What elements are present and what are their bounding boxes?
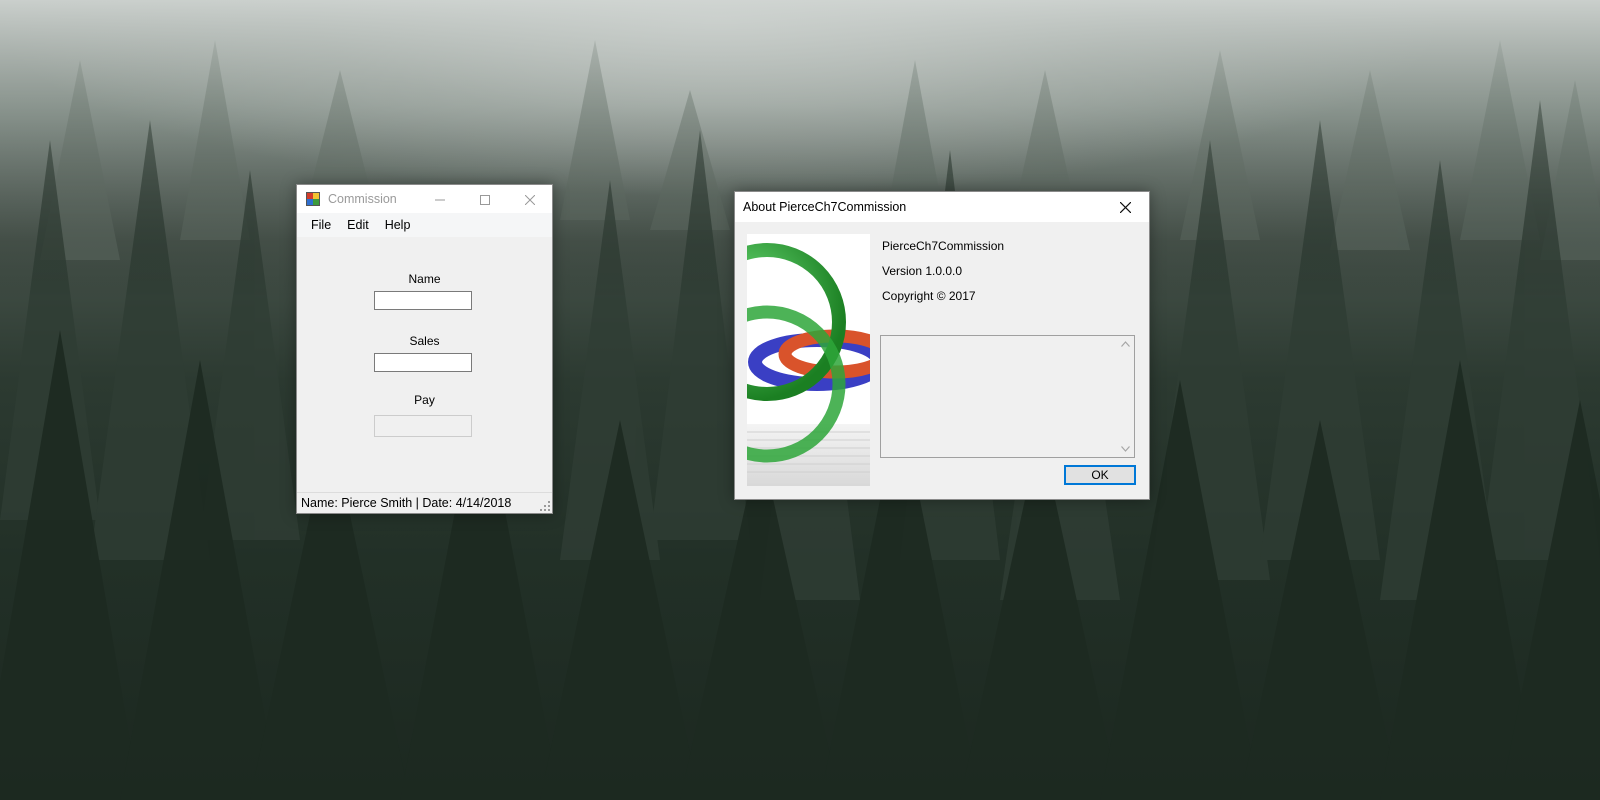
maximize-button[interactable]	[462, 185, 507, 215]
name-label: Name	[408, 272, 441, 286]
commission-titlebar[interactable]: Commission	[297, 185, 552, 213]
sales-label: Sales	[409, 334, 440, 348]
product-logo	[747, 234, 870, 486]
close-button[interactable]	[507, 185, 552, 215]
minimize-button[interactable]	[417, 185, 462, 215]
form-body: Name Sales Pay	[297, 238, 552, 492]
pay-label: Pay	[414, 393, 435, 407]
dialog-close-button[interactable]	[1103, 192, 1148, 222]
window-title: Commission	[328, 192, 397, 206]
status-bar: Name: Pierce Smith | Date: 4/14/2018	[297, 492, 552, 513]
commission-window: Commission File Edit Help Name Sales Pay…	[296, 184, 553, 514]
ok-button[interactable]: OK	[1064, 465, 1136, 485]
dialog-title: About PierceCh7Commission	[743, 200, 907, 214]
minimize-icon	[434, 199, 445, 201]
description-scrollbar[interactable]	[1117, 336, 1134, 457]
about-titlebar[interactable]: About PierceCh7Commission	[735, 192, 1149, 222]
description-textbox[interactable]	[880, 335, 1135, 458]
version-text: Version 1.0.0.0	[882, 264, 963, 278]
app-icon	[306, 192, 320, 206]
close-icon	[1120, 201, 1131, 213]
about-dialog: About PierceCh7Commission PierceCh7Commi…	[734, 191, 1150, 500]
sales-input[interactable]	[374, 353, 472, 372]
copyright-text: Copyright © 2017	[882, 289, 976, 303]
menu-help[interactable]: Help	[377, 213, 419, 237]
product-name: PierceCh7Commission	[882, 239, 1005, 253]
name-input[interactable]	[374, 291, 472, 310]
menu-bar: File Edit Help	[297, 213, 552, 238]
menu-file[interactable]: File	[303, 213, 339, 237]
scroll-up-icon[interactable]	[1121, 341, 1130, 347]
interlocking-rings-logo	[747, 234, 870, 486]
resize-grip-icon[interactable]	[540, 501, 550, 511]
maximize-icon	[479, 195, 490, 205]
status-text: Name: Pierce Smith | Date: 4/14/2018	[301, 496, 512, 510]
close-icon	[524, 195, 535, 205]
scroll-down-icon[interactable]	[1121, 446, 1130, 452]
pay-output	[374, 415, 472, 437]
menu-edit[interactable]: Edit	[339, 213, 377, 237]
